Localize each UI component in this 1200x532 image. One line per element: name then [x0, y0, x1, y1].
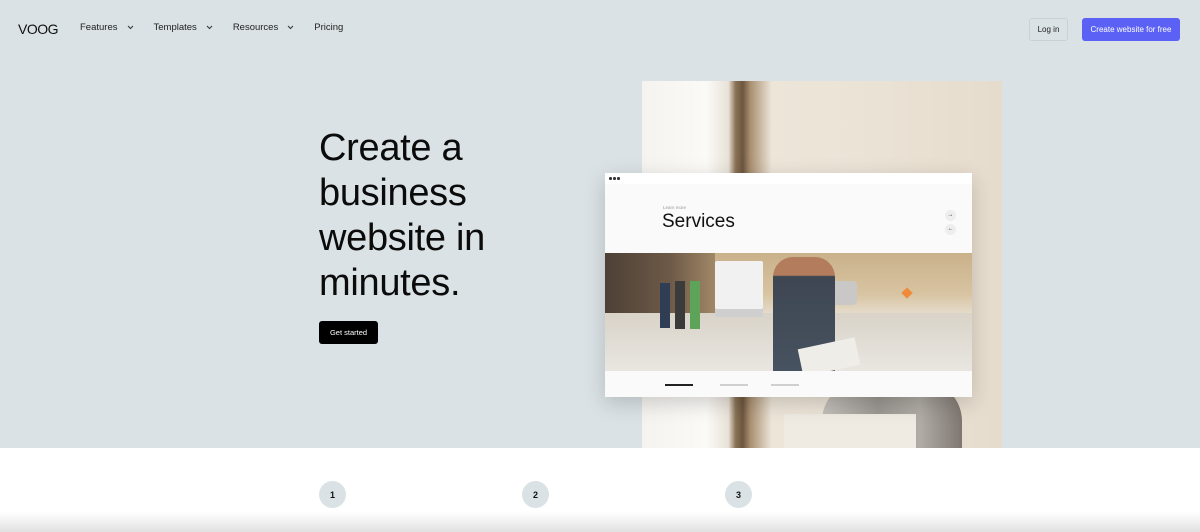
nav-label: Pricing — [314, 22, 344, 33]
headline-line: Create a — [319, 127, 463, 169]
login-button[interactable]: Log in — [1029, 18, 1068, 41]
nav-label: Features — [80, 22, 118, 33]
mockup-title: Services — [662, 211, 735, 232]
chevron-down-icon — [206, 25, 213, 30]
website-mockup-card: Learn more Services → ← — [605, 173, 972, 397]
mockup-street-photo — [605, 253, 972, 371]
nav-item-templates[interactable]: Templates — [154, 22, 213, 33]
voog-logo[interactable]: VOOG — [18, 22, 62, 36]
chevron-down-icon — [127, 25, 133, 30]
hero-headline: Create a business website in minutes. — [319, 126, 579, 306]
mockup-topbar — [605, 173, 972, 184]
step-badge-3: 3 — [725, 481, 752, 508]
arrow-right-icon[interactable]: → — [945, 210, 956, 221]
nav-item-resources[interactable]: Resources — [233, 22, 294, 33]
create-website-button[interactable]: Create website for free — [1082, 18, 1180, 41]
hero-section — [0, 0, 1200, 448]
headline-line: business — [319, 172, 467, 214]
photo-truck — [715, 261, 763, 317]
step-badge-2: 2 — [522, 481, 549, 508]
slide-indicator-1[interactable] — [665, 384, 693, 386]
photo-pedestrian — [675, 281, 685, 329]
get-started-button[interactable]: Get started — [319, 321, 378, 344]
site-header: VOOG Features Templates Resources Pricin… — [0, 0, 1200, 58]
chevron-down-icon — [287, 25, 294, 30]
headline-line: website in — [319, 217, 485, 259]
headline-line: minutes. — [319, 262, 461, 304]
slide-indicator-2[interactable] — [720, 384, 748, 386]
photo-pedestrian — [690, 281, 700, 329]
svg-text:VOOG: VOOG — [18, 22, 58, 36]
arrow-left-icon[interactable]: ← — [945, 224, 956, 235]
nav-label: Resources — [232, 22, 279, 33]
photo-laptop-shape — [784, 414, 916, 448]
photo-pedestrian — [660, 283, 670, 328]
slide-indicator-3[interactable] — [771, 384, 799, 386]
nav-item-pricing[interactable]: Pricing — [314, 22, 343, 33]
step-badge-1: 1 — [319, 481, 346, 508]
main-nav: Features Templates Resources Pricing — [80, 22, 363, 33]
bottom-fade — [0, 512, 1200, 532]
mockup-kicker: Learn more — [663, 205, 687, 210]
nav-label: Templates — [153, 22, 197, 33]
photo-sign — [901, 287, 913, 299]
more-dots-icon — [609, 177, 620, 180]
nav-item-features[interactable]: Features — [80, 22, 134, 33]
